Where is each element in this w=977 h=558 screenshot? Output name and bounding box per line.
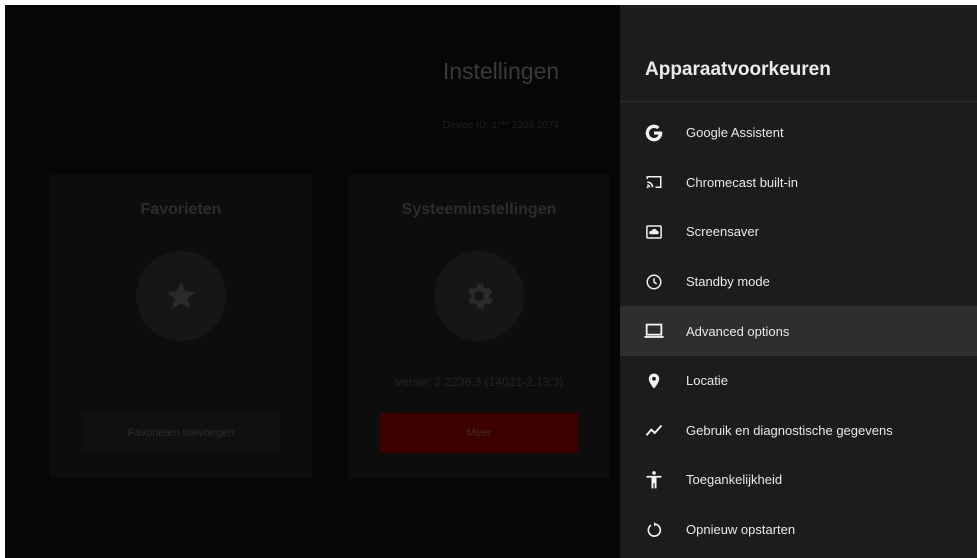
menu-item-label: Opnieuw opstarten <box>686 522 796 538</box>
menu-item-label: Locatie <box>686 373 728 389</box>
menu-item-restart[interactable]: Opnieuw opstarten <box>620 505 977 555</box>
screensaver-icon <box>642 220 666 244</box>
menu-item-location[interactable]: Locatie <box>620 356 977 406</box>
menu-item-chromecast[interactable]: Chromecast built-in <box>620 158 977 208</box>
favorites-card: Favorieten Favorieten toevoegen <box>50 175 312 479</box>
menu-item-google-assistant[interactable]: Google Assistent <box>620 108 977 158</box>
menu-item-usage-diagnostics[interactable]: Gebruik en diagnostische gegevens <box>620 406 977 456</box>
system-settings-card: Systeeminstellingen Versie: 2.2236.3 (14… <box>348 175 610 479</box>
more-button[interactable]: Meer <box>380 413 578 453</box>
cast-icon <box>642 170 666 194</box>
preferences-menu: Google Assistent Chromecast built-in Scr… <box>620 108 977 554</box>
device-preferences-panel: Apparaatvoorkeuren Google Assistent Chro… <box>620 5 977 558</box>
menu-item-advanced-options[interactable]: Advanced options <box>620 306 977 356</box>
laptop-icon <box>642 319 666 343</box>
menu-item-label: Standby mode <box>686 274 770 290</box>
trending-icon <box>642 418 666 442</box>
version-text: Versie: 2.2236.3 (14021-2.13.3) <box>394 375 564 389</box>
card-title: Systeeminstellingen <box>401 201 557 218</box>
accessibility-icon <box>642 468 666 492</box>
menu-item-label: Google Assistent <box>686 125 784 141</box>
menu-item-label: Screensaver <box>686 224 759 240</box>
menu-item-label: Toegankelijkheid <box>686 472 783 488</box>
menu-item-label: Chromecast built-in <box>686 174 798 190</box>
star-icon <box>136 251 226 341</box>
menu-item-accessibility[interactable]: Toegankelijkheid <box>620 455 977 505</box>
background-app: Instellingen Device ID: 1*** 2308 2074 F… <box>5 5 620 558</box>
card-title: Favorieten <box>140 201 222 218</box>
restart-icon <box>642 518 666 542</box>
tv-screen: Instellingen Device ID: 1*** 2308 2074 F… <box>5 5 977 558</box>
menu-item-screensaver[interactable]: Screensaver <box>620 207 977 257</box>
gear-icon <box>434 251 524 341</box>
divider <box>620 101 977 102</box>
google-icon <box>642 121 666 145</box>
location-pin-icon <box>642 369 666 393</box>
page-title: Instellingen <box>442 58 560 84</box>
panel-title: Apparaatvoorkeuren <box>645 59 831 80</box>
menu-item-label: Gebruik en diagnostische gegevens <box>686 422 893 438</box>
menu-item-standby-mode[interactable]: Standby mode <box>620 257 977 307</box>
clock-icon <box>642 270 666 294</box>
add-favorites-button[interactable]: Favorieten toevoegen <box>82 413 280 453</box>
menu-item-label: Advanced options <box>686 323 790 339</box>
device-id: Device ID: 1*** 2308 2074 <box>442 120 560 131</box>
